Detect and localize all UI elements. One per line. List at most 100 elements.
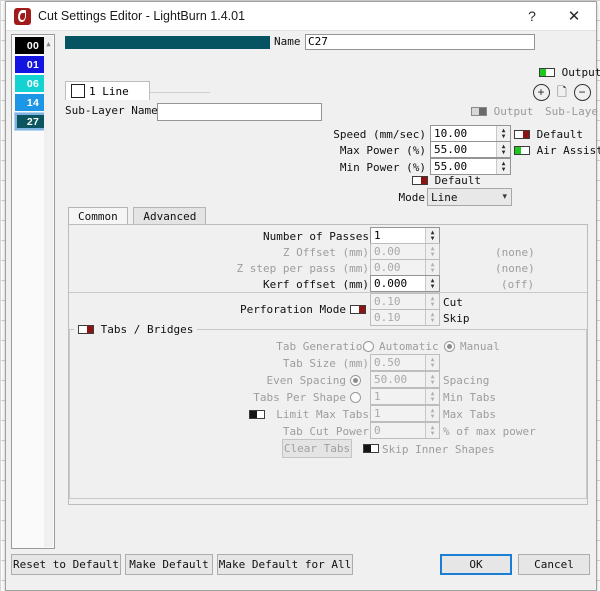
tabs-bridges-title-row[interactable]: Tabs / Bridges [74, 323, 197, 336]
speed-input[interactable]: 10.00 ▲▼ [430, 125, 511, 142]
sublayer-output-toggle-row: Output Sub-Layer [471, 105, 600, 118]
layer-name-input[interactable]: C27 [305, 34, 535, 50]
air-assist-toggle[interactable] [514, 146, 530, 155]
speed-label: Speed (mm/sec) [326, 128, 426, 141]
mode-label: Mode [387, 191, 425, 204]
reset-to-default-button[interactable]: Reset to Default [11, 554, 121, 575]
cut-settings-editor-window: Cut Settings Editor - LightBurn 1.4.01 ?… [5, 1, 597, 591]
help-button[interactable]: ? [512, 2, 552, 30]
power-default-toggle-row[interactable]: Default [412, 174, 481, 187]
max-power-stepper[interactable]: ▲▼ [496, 142, 510, 157]
passes-input[interactable]: 1 ▲▼ [370, 227, 440, 244]
kerf-stepper[interactable]: ▲▼ [425, 276, 439, 291]
duplicate-sublayer-button[interactable]: 🗋 [553, 83, 571, 101]
tab-generation-automatic-label: Automatic [379, 340, 439, 353]
copy-icon[interactable]: 🗋 [557, 86, 567, 98]
window-controls: ? ✕ [512, 2, 596, 30]
passes-value: 1 [374, 229, 381, 242]
tab-size-stepper: ▲▼ [425, 355, 439, 370]
cancel-button[interactable]: Cancel [518, 554, 590, 575]
perforation-skip-note: Skip [443, 312, 483, 325]
max-power-input[interactable]: 55.00 ▲▼ [430, 141, 511, 158]
make-default-button[interactable]: Make Default [125, 554, 213, 575]
chevron-up-icon[interactable]: ▲ [44, 38, 53, 49]
mode-select[interactable]: Line ▾ [427, 188, 512, 206]
tab-size-input: 0.50 ▲▼ [370, 354, 440, 371]
minus-circle-icon[interactable]: − [574, 84, 591, 101]
tab-cut-power-stepper: ▲▼ [425, 423, 439, 438]
passes-stepper[interactable]: ▲▼ [425, 228, 439, 243]
chevron-down-icon[interactable]: ▾ [502, 191, 507, 202]
add-sublayer-button[interactable]: + [532, 83, 550, 101]
z-step-value: 0.00 [374, 261, 401, 274]
sublayer-tab-1-line[interactable]: 1 Line [65, 81, 150, 100]
speed-stepper[interactable]: ▲▼ [496, 126, 510, 141]
power-default-toggle[interactable] [412, 176, 428, 185]
kerf-label: Kerf offset (mm) [206, 278, 369, 291]
limit-max-tabs-value: 1 [374, 407, 381, 420]
tab-size-value: 0.50 [374, 356, 401, 369]
tab-common[interactable]: Common [68, 207, 128, 225]
z-offset-stepper: ▲▼ [425, 244, 439, 259]
z-offset-note: (none) [495, 246, 555, 259]
min-power-value: 55.00 [434, 160, 467, 173]
min-power-input[interactable]: 55.00 ▲▼ [430, 158, 511, 175]
perforation-cut-note: Cut [443, 296, 483, 309]
divider-1 [69, 292, 587, 293]
skip-inner-shapes-toggle[interactable] [363, 444, 379, 453]
tab-cut-power-note: % of max power [443, 425, 563, 438]
output-label: Output [562, 66, 600, 79]
limit-max-tabs-stepper: ▲▼ [425, 406, 439, 421]
ok-button[interactable]: OK [440, 554, 512, 575]
even-spacing-value: 50.00 [374, 373, 407, 386]
close-button[interactable]: ✕ [552, 2, 596, 30]
min-power-stepper[interactable]: ▲▼ [496, 159, 510, 174]
tab-cut-power-input: 0 ▲▼ [370, 422, 440, 439]
sublayer-checkbox-icon[interactable] [71, 84, 85, 98]
z-offset-label: Z Offset (mm) [206, 246, 369, 259]
layer-color-bar [65, 36, 270, 49]
speed-default-toggle-row[interactable]: Default [514, 128, 583, 141]
z-step-label: Z step per pass (mm) [186, 262, 369, 275]
min-power-label: Min Power (%) [326, 161, 426, 174]
perforation-skip-input: 0.10 ▲▼ [370, 309, 440, 326]
passes-label: Number of Passes [206, 230, 369, 243]
layer-list[interactable]: 00 01 06 14 27 ▲ [11, 34, 55, 549]
speed-default-toggle[interactable] [514, 130, 530, 139]
plus-circle-icon[interactable]: + [533, 84, 550, 101]
kerf-input[interactable]: 0.000 ▲▼ [370, 275, 440, 292]
perforation-skip-stepper: ▲▼ [425, 310, 439, 325]
z-step-input: 0.00 ▲▼ [370, 259, 440, 276]
output-toggle[interactable] [539, 68, 555, 77]
output-toggle-row[interactable]: Output [539, 66, 600, 79]
even-spacing-label: Even Spacing [206, 374, 346, 387]
perforation-toggle[interactable] [350, 305, 366, 314]
z-step-stepper: ▲▼ [425, 260, 439, 275]
tabs-per-shape-stepper: ▲▼ [425, 389, 439, 404]
limit-max-tabs-toggle[interactable] [249, 410, 265, 419]
layer-list-scrollbar[interactable]: ▲ [44, 36, 53, 547]
name-label: Name [274, 35, 301, 48]
perforation-cut-stepper: ▲▼ [425, 294, 439, 309]
dialog-body: 00 01 06 14 27 ▲ Name C27 Output + [6, 31, 596, 590]
tab-generation-label: Tab Generation [206, 340, 369, 353]
limit-max-tabs-note: Max Tabs [443, 408, 513, 421]
remove-sublayer-button[interactable]: − [573, 83, 591, 101]
tabs-per-shape-value: 1 [374, 390, 381, 403]
tab-generation-automatic-radio[interactable] [363, 341, 374, 352]
sublayer-name-label: Sub-Layer Name [65, 104, 158, 117]
air-assist-toggle-row[interactable]: Air Assist [514, 144, 600, 157]
tabs-per-shape-radio[interactable] [350, 392, 361, 403]
settings-tabs[interactable]: Common Advanced [68, 207, 205, 225]
tab-advanced[interactable]: Advanced [133, 207, 206, 225]
tab-size-label: Tab Size (mm) [206, 357, 369, 370]
limit-max-tabs-label: Limit Max Tabs [266, 408, 369, 421]
clear-tabs-button[interactable]: Clear Tabs [282, 439, 352, 458]
sublayer-name-input[interactable] [157, 103, 322, 121]
tab-generation-manual-radio[interactable] [444, 341, 455, 352]
even-spacing-radio[interactable] [350, 375, 361, 386]
make-default-for-all-button[interactable]: Make Default for All [217, 554, 353, 575]
tab-cut-power-value: 0 [374, 424, 381, 437]
even-spacing-note: Spacing [443, 374, 513, 387]
tabs-bridges-toggle[interactable] [78, 325, 94, 334]
